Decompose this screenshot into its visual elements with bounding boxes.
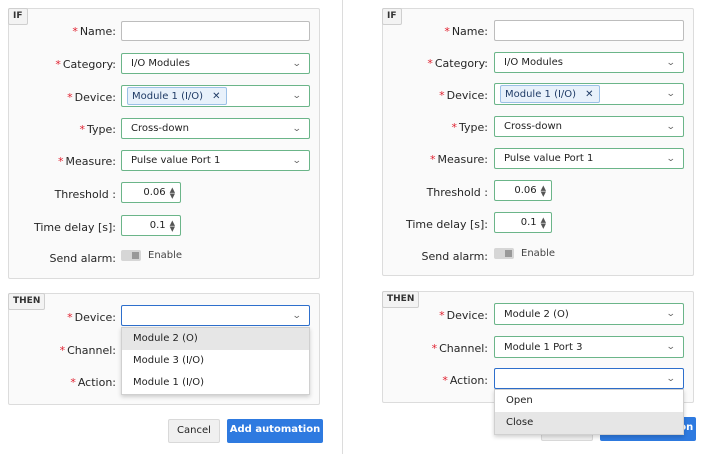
- chevron-down-icon: ⌄: [292, 310, 303, 321]
- delay-stepper[interactable]: 0.1 ▲ ▼: [494, 212, 552, 233]
- delay-label: Time delay [s]:: [34, 221, 116, 234]
- device-multiselect[interactable]: Module 1 (I/O) ✕ ⌄: [121, 85, 310, 107]
- action-dropdown-menu: Open Close: [494, 389, 684, 435]
- then-device-select[interactable]: Module 2 (O) ⌄: [494, 303, 684, 325]
- type-label: * Type:: [79, 123, 116, 136]
- then-device-label: * Device:: [439, 309, 488, 322]
- type-select[interactable]: Cross-down ⌄: [121, 118, 310, 139]
- chevron-down-icon: ⌄: [666, 121, 677, 132]
- if-tag: IF: [382, 8, 402, 25]
- measure-select[interactable]: Pulse value Port 1 ⌄: [121, 150, 310, 171]
- device-multiselect[interactable]: Module 1 (I/O) ✕ ⌄: [494, 83, 684, 105]
- chevron-down-icon: ⌄: [666, 309, 677, 319]
- then-channel-label: * Channel:: [59, 344, 116, 357]
- if-section: [8, 8, 320, 279]
- spinner-arrows-icon[interactable]: ▲ ▼: [170, 186, 175, 199]
- type-select[interactable]: Cross-down ⌄: [494, 116, 684, 137]
- panel-divider: [342, 0, 343, 454]
- category-label: * Category:: [427, 57, 488, 70]
- measure-label: * Measure:: [58, 155, 116, 168]
- device-option[interactable]: Module 1 (I/O): [122, 372, 309, 394]
- type-label: * Type:: [451, 121, 488, 134]
- then-device-label: * Device:: [67, 311, 116, 324]
- category-label: * Category:: [55, 58, 116, 71]
- device-option[interactable]: Module 3 (I/O): [122, 350, 309, 372]
- device-option[interactable]: Module 2 (O): [122, 328, 309, 350]
- close-icon[interactable]: ✕: [585, 89, 593, 100]
- name-label: * Name:: [72, 25, 116, 38]
- measure-label: * Measure:: [430, 153, 488, 166]
- device-label: * Device:: [439, 89, 488, 102]
- then-action-select[interactable]: ⌄: [494, 368, 684, 389]
- name-label: * Name:: [444, 25, 488, 38]
- then-tag: THEN: [8, 293, 46, 310]
- chevron-down-icon: ⌄: [666, 89, 677, 99]
- then-tag: THEN: [382, 291, 420, 308]
- threshold-label: Threshold :: [54, 188, 116, 201]
- cancel-button[interactable]: Cancel: [168, 419, 220, 443]
- then-device-select[interactable]: ⌄: [121, 305, 310, 326]
- threshold-stepper[interactable]: 0.06 ▲ ▼: [494, 180, 552, 201]
- alarm-label: Send alarm:: [49, 252, 117, 265]
- add-automation-button[interactable]: Add automation: [227, 419, 323, 443]
- chevron-down-icon: ⌄: [292, 58, 303, 69]
- alarm-toggle[interactable]: Enable: [121, 250, 182, 261]
- name-input[interactable]: [494, 20, 684, 41]
- spinner-arrows-icon[interactable]: ▲ ▼: [541, 184, 546, 197]
- category-select[interactable]: I/O Modules ⌄: [494, 52, 684, 73]
- device-chip: Module 1 (I/O) ✕: [127, 87, 228, 105]
- if-section: [382, 8, 694, 276]
- delay-label: Time delay [s]:: [406, 218, 488, 231]
- category-select[interactable]: I/O Modules ⌄: [121, 53, 310, 74]
- action-option[interactable]: Open: [495, 390, 683, 412]
- spinner-arrows-icon[interactable]: ▲ ▼: [541, 216, 546, 229]
- chevron-down-icon: ⌄: [666, 342, 677, 352]
- name-input[interactable]: [121, 21, 310, 41]
- chevron-down-icon: ⌄: [666, 153, 677, 164]
- then-action-label: * Action:: [442, 374, 488, 387]
- alarm-label: Send alarm:: [421, 250, 489, 263]
- spinner-arrows-icon[interactable]: ▲ ▼: [170, 219, 175, 232]
- then-channel-select[interactable]: Module 1 Port 3 ⌄: [494, 336, 684, 358]
- device-label: * Device:: [67, 91, 116, 104]
- chevron-down-icon: ⌄: [292, 155, 303, 166]
- if-tag: IF: [8, 8, 28, 25]
- alarm-toggle[interactable]: Enable: [494, 248, 555, 259]
- then-action-label: * Action:: [70, 376, 116, 389]
- chevron-down-icon: ⌄: [666, 57, 677, 68]
- delay-stepper[interactable]: 0.1 ▲ ▼: [121, 215, 181, 236]
- device-chip: Module 1 (I/O) ✕: [500, 85, 601, 103]
- close-icon[interactable]: ✕: [212, 91, 220, 102]
- then-channel-label: * Channel:: [431, 342, 488, 355]
- action-option[interactable]: Close: [495, 412, 683, 434]
- threshold-label: Threshold :: [426, 186, 488, 199]
- chevron-down-icon: ⌄: [292, 123, 303, 134]
- threshold-stepper[interactable]: 0.06 ▲ ▼: [121, 182, 181, 203]
- device-dropdown-menu: Module 2 (O) Module 3 (I/O) Module 1 (I/…: [121, 327, 310, 395]
- chevron-down-icon: ⌄: [292, 91, 303, 101]
- measure-select[interactable]: Pulse value Port 1 ⌄: [494, 148, 684, 169]
- chevron-down-icon: ⌄: [666, 373, 677, 384]
